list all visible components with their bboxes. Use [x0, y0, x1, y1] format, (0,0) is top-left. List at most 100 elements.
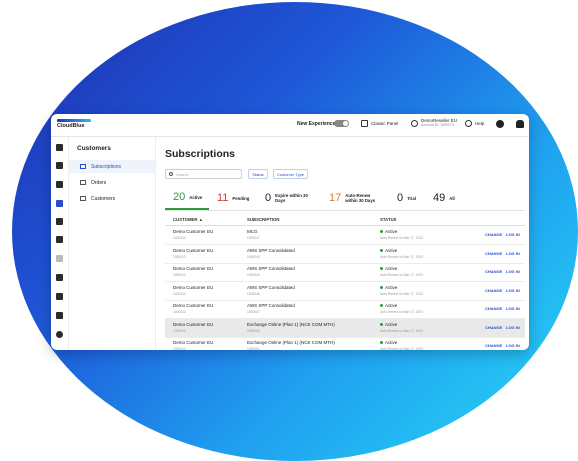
stat-all[interactable]: 49 All — [433, 186, 455, 210]
status-filter-button[interactable]: Status — [248, 169, 268, 179]
login-button[interactable]: LOG IN — [506, 288, 520, 293]
table-row[interactable]: Demo Customer EU 1000012 AWS SPP Consolida… — [165, 245, 525, 264]
change-button[interactable]: CHANGE — [485, 343, 502, 348]
table-row[interactable]: Demo Customer EU 1000012 AWS SPP Consolida… — [165, 263, 525, 282]
column-header-status: STATUS — [380, 217, 397, 222]
new-experience-toggle[interactable] — [334, 120, 349, 127]
status-cell: Active — [380, 303, 397, 308]
info-icon[interactable] — [496, 120, 504, 128]
status-detail: Auto-Renew on Mar 17, 2023 — [380, 328, 424, 333]
status-cell: Active — [380, 266, 397, 271]
status-text: Active — [385, 247, 398, 253]
status-text: Active — [385, 303, 398, 308]
users-icon[interactable] — [56, 162, 63, 169]
login-button[interactable]: LOG IN — [506, 343, 520, 348]
home-icon[interactable] — [56, 144, 63, 151]
customer-id: 1000012 — [173, 291, 186, 296]
table-row[interactable]: Demo Customer EU 1000012 Exchange Online (… — [165, 337, 525, 350]
status-detail: Auto-Renew on Mar 17, 2023 — [380, 310, 424, 314]
table-row[interactable]: Demo Customer EU 1000012 Exchange Online (… — [165, 318, 525, 338]
subscription-name[interactable]: MCG — [247, 229, 258, 234]
table-row[interactable]: Demo Customer EU 1000012 AWS SPP Consolida… — [165, 282, 525, 301]
status-text: Active — [385, 321, 398, 327]
hierarchy-icon[interactable] — [56, 293, 63, 300]
login-button[interactable]: LOG IN — [506, 306, 520, 311]
apps-grid-icon[interactable] — [56, 312, 63, 319]
top-bar: CloudBlue New Experience Classic Panel D… — [51, 114, 529, 137]
subscription-name[interactable]: AWS SPP Consolidated — [247, 266, 295, 271]
customer-name[interactable]: Demo Customer EU — [173, 248, 213, 253]
cart-icon[interactable] — [56, 274, 63, 281]
heart-icon[interactable] — [56, 255, 63, 262]
subscription-name[interactable]: AWS SPP Consolidated — [247, 248, 295, 253]
subnav-item-customers[interactable]: Customers — [69, 192, 155, 205]
change-button[interactable]: CHANGE — [485, 269, 502, 274]
stat-pending[interactable]: 11 Pending — [217, 186, 249, 210]
box-icon[interactable] — [56, 236, 63, 243]
customer-name[interactable]: Demo Customer EU — [173, 303, 213, 308]
documents-icon[interactable] — [56, 218, 63, 225]
customer-id: 1000012 — [173, 310, 186, 314]
subscription-name[interactable]: AWS SPP Consolidated — [247, 285, 295, 290]
status-dot-icon — [380, 322, 383, 326]
subnav-item-subscriptions[interactable]: Subscriptions — [69, 160, 155, 173]
subscription-name[interactable]: AWS SPP Consolidated — [247, 303, 295, 308]
customer-name[interactable]: Demo Customer EU — [173, 322, 213, 327]
help-label: Help — [475, 121, 485, 126]
account-id: Account ID: 1000273 — [421, 123, 454, 127]
customer-name[interactable]: Demo Customer EU — [173, 229, 213, 234]
account-menu[interactable]: DemoReseller EU Account ID: 1000273 — [411, 118, 457, 127]
status-cell: Active — [380, 285, 397, 290]
orders-icon — [80, 180, 86, 185]
stat-label: All — [449, 195, 455, 201]
subscription-id: 1000044 — [247, 254, 260, 259]
status-dot-icon — [380, 267, 383, 270]
stat-label: Expire within 30 Days — [275, 193, 308, 203]
search-placeholder: Search — [176, 171, 189, 177]
login-button[interactable]: LOG IN — [506, 232, 520, 237]
app-window: CloudBlue New Experience Classic Panel D… — [51, 114, 529, 350]
table-row[interactable]: Demo Customer EU 1000012 MCG 1000027 Active A… — [165, 226, 525, 245]
stat-auto-renew[interactable]: 17 Auto-Renew within 30 Days — [329, 186, 383, 210]
cloudblue-logo: CloudBlue — [57, 119, 97, 133]
list-icon[interactable] — [56, 181, 63, 188]
status-dot-icon — [380, 285, 383, 289]
subscription-name[interactable]: Exchange Online (Plan 1) (NCE COM MTH) — [247, 340, 335, 345]
subnav-item-label: Customers — [91, 195, 116, 202]
subscription-name[interactable]: Exchange Online (Plan 1) (NCE COM MTH) — [247, 322, 335, 327]
subnav-item-orders[interactable]: Orders — [69, 176, 155, 189]
stat-expire[interactable]: 0 Expire within 30 Days — [265, 186, 309, 210]
customer-type-filter-button[interactable]: Customer Type — [273, 169, 308, 179]
login-button[interactable]: LOG IN — [506, 269, 520, 274]
customer-name[interactable]: Demo Customer EU — [173, 285, 213, 290]
search-input[interactable]: Search — [165, 169, 242, 179]
stats-bar: 20 Active 11 Pending 0 Expire within 30 … — [165, 186, 525, 211]
status-cell: Active — [380, 340, 397, 345]
customers-icon[interactable] — [56, 200, 63, 207]
change-button[interactable]: CHANGE — [485, 232, 502, 237]
customer-name[interactable]: Demo Customer EU — [173, 266, 213, 271]
login-button[interactable]: LOG IN — [506, 325, 520, 330]
login-button[interactable]: LOG IN — [506, 251, 520, 256]
stat-active[interactable]: 20 Active — [165, 186, 209, 210]
stat-trial[interactable]: 0 Trial — [397, 186, 416, 210]
customers-subnav: Customers Subscriptions Orders Customers — [69, 136, 156, 350]
stat-label: Trial — [407, 195, 416, 201]
table-row[interactable]: Demo Customer EU 1000012 AWS SPP Consolida… — [165, 300, 525, 319]
subscriptions-icon — [80, 164, 86, 169]
customer-id: 1000012 — [173, 328, 186, 333]
stat-count: 17 — [329, 192, 342, 204]
change-button[interactable]: CHANGE — [485, 251, 502, 256]
change-button[interactable]: CHANGE — [485, 288, 502, 293]
pie-chart-icon[interactable] — [56, 331, 63, 338]
change-button[interactable]: CHANGE — [485, 325, 502, 330]
bell-icon[interactable] — [516, 120, 524, 128]
column-header-customer[interactable]: CUSTOMER ▲ — [173, 217, 203, 222]
customer-name[interactable]: Demo Customer EU — [173, 340, 213, 345]
status-cell: Active — [380, 229, 397, 234]
classic-panel-link[interactable]: Classic Panel — [361, 120, 398, 127]
status-detail: Auto-Renew on Mar 17, 2023 — [380, 273, 424, 277]
change-button[interactable]: CHANGE — [485, 306, 502, 311]
status-cell: Active — [380, 322, 397, 327]
help-link[interactable]: Help — [465, 120, 484, 127]
